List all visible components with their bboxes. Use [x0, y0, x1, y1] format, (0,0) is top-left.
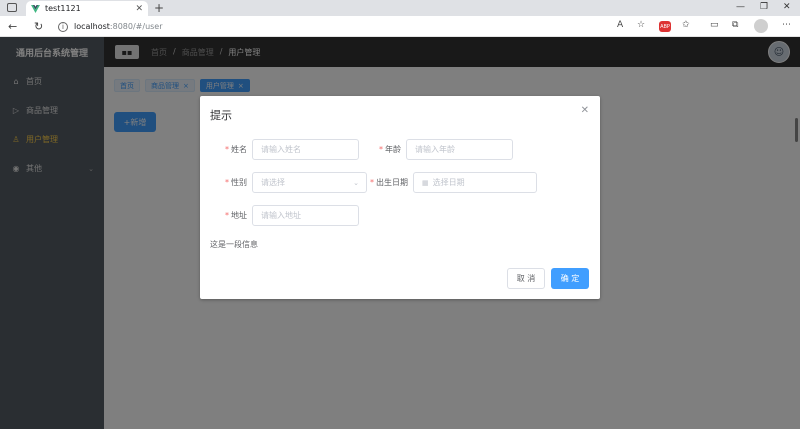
required-mark: *	[379, 145, 383, 154]
site-info-icon[interactable]: i	[58, 21, 68, 32]
url-field[interactable]: i localhost:8080/#/user	[58, 19, 648, 34]
dialog: 提示 ✕ * 姓名 请输入姓名 * 年龄 请输入年龄 * 性别 请选择 ⌄ * 出生日期 …	[200, 96, 600, 299]
field-label: * 出生日期	[365, 177, 413, 188]
split-screen-icon[interactable]: ▭	[710, 20, 719, 30]
address-input[interactable]: 请输入地址	[252, 205, 359, 226]
read-aloud-icon[interactable]: A	[617, 20, 623, 30]
required-mark: *	[370, 178, 374, 187]
birth-date-picker[interactable]: ▦ 选择日期	[413, 172, 537, 193]
extension-icon[interactable]: ABP	[659, 21, 671, 32]
placeholder: 请选择	[261, 178, 285, 187]
more-icon[interactable]: ⋯	[782, 20, 791, 30]
field-label: * 年龄	[358, 144, 406, 155]
age-input[interactable]: 请输入年龄	[406, 139, 513, 160]
close-icon[interactable]: ✕	[581, 105, 589, 116]
browser-tab-strip: test1121 ✕ + — ❐ ✕	[0, 0, 800, 16]
field-label: * 地址	[204, 210, 252, 221]
required-mark: *	[225, 211, 229, 220]
label-text: 性别	[231, 178, 247, 187]
profile-icon[interactable]	[754, 19, 768, 33]
label-text: 出生日期	[376, 178, 408, 187]
new-tab-icon[interactable]: +	[154, 1, 164, 15]
back-icon[interactable]: ←	[8, 20, 17, 33]
field-label: * 性别	[204, 177, 252, 188]
browser-tab[interactable]: test1121 ✕	[26, 1, 148, 16]
placeholder: 请输入地址	[261, 211, 301, 220]
label-text: 姓名	[231, 145, 247, 154]
placeholder: 选择日期	[432, 178, 465, 187]
placeholder: 请输入年龄	[415, 145, 455, 154]
restore-icon[interactable]: ❐	[760, 2, 768, 12]
calendar-icon: ▦	[422, 178, 429, 187]
required-mark: *	[225, 178, 229, 187]
form-row-birth: * 出生日期 ▦ 选择日期	[365, 172, 537, 193]
gender-select[interactable]: 请选择 ⌄	[252, 172, 367, 193]
url-path: :8080/#/user	[109, 22, 163, 31]
url-host: localhost	[74, 22, 110, 31]
dialog-title: 提示	[210, 109, 232, 122]
favorite-add-icon[interactable]: ☆	[637, 20, 645, 30]
cancel-button[interactable]: 取 消	[507, 268, 545, 289]
vue-logo-icon	[31, 4, 40, 13]
collections-icon[interactable]: ⧉	[732, 20, 738, 30]
close-window-icon[interactable]: ✕	[783, 2, 791, 12]
field-label: * 姓名	[204, 144, 252, 155]
placeholder: 请输入姓名	[261, 145, 301, 154]
form-row-address: * 地址 请输入地址	[204, 205, 359, 226]
favorites-icon[interactable]: ✩	[682, 20, 690, 30]
confirm-button[interactable]: 确 定	[551, 268, 589, 289]
form-row-gender: * 性别 请选择 ⌄	[204, 172, 367, 193]
minimize-icon[interactable]: —	[736, 2, 745, 12]
refresh-icon[interactable]: ↻	[34, 20, 43, 33]
form-row-age: * 年龄 请输入年龄	[358, 139, 513, 160]
address-bar: ← ↻ i localhost:8080/#/user A ☆ ABP ✩ ▭ …	[0, 16, 800, 37]
tab-title: test1121	[45, 4, 81, 13]
tab-actions-icon[interactable]	[7, 3, 17, 12]
label-text: 年龄	[385, 145, 401, 154]
dialog-info-text: 这是一段信息	[210, 240, 258, 249]
chevron-down-icon: ⌄	[353, 178, 359, 187]
name-input[interactable]: 请输入姓名	[252, 139, 359, 160]
form-row-name: * 姓名 请输入姓名	[204, 139, 359, 160]
label-text: 地址	[231, 211, 247, 220]
required-mark: *	[225, 145, 229, 154]
close-tab-icon[interactable]: ✕	[135, 4, 143, 14]
